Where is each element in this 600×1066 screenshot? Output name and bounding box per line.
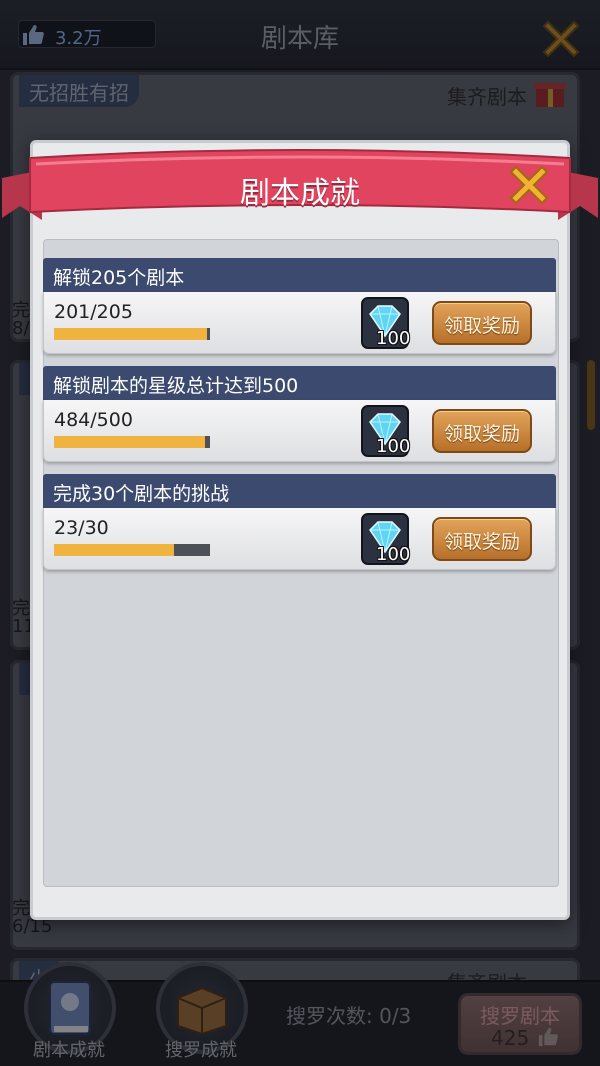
progress-text: 484/500 (54, 409, 133, 431)
claim-reward-button[interactable]: 领取奖励 (432, 409, 532, 453)
claim-reward-button[interactable]: 领取奖励 (432, 301, 532, 345)
progress-text: 23/30 (54, 517, 109, 539)
achievement-body: 201/205 100 领取奖励 (43, 292, 556, 354)
achievement-title: 解锁剧本的星级总计达到500 (53, 375, 299, 397)
reward-amount: 100 (376, 436, 411, 457)
claim-reward-label: 领取奖励 (443, 531, 520, 553)
progress-bar (54, 328, 210, 340)
close-x-icon[interactable] (504, 160, 554, 210)
claim-reward-label: 领取奖励 (443, 315, 520, 337)
screen: 3.2万 剧本库 无招胜有招 集齐剧本 完 8/ 西 完 11 笑 完 6/15 (0, 0, 600, 1066)
achievement-header: 解锁剧本的星级总计达到500 (43, 366, 556, 400)
progress-bar (54, 436, 210, 448)
progress-fill (54, 328, 207, 340)
achievement-header: 解锁205个剧本 (43, 258, 556, 292)
progress-fill (54, 436, 205, 448)
achievement-body: 484/500 100 领取奖励 (43, 400, 556, 462)
progress-text: 201/205 (54, 301, 133, 323)
achievement-row: 完成30个剧本的挑战 23/30 100 领取奖励 (43, 474, 556, 574)
achievement-title: 解锁205个剧本 (53, 267, 185, 289)
achievement-row: 解锁剧本的星级总计达到500 484/500 100 领取奖励 (43, 366, 556, 466)
achievement-body: 23/30 100 领取奖励 (43, 508, 556, 570)
reward-amount: 100 (376, 544, 411, 565)
claim-reward-button[interactable]: 领取奖励 (432, 517, 532, 561)
reward-amount: 100 (376, 328, 411, 349)
achievement-title: 完成30个剧本的挑战 (53, 483, 230, 505)
achievement-row: 解锁205个剧本 201/205 100 领取奖励 (43, 258, 556, 358)
claim-reward-label: 领取奖励 (443, 423, 520, 445)
progress-fill (54, 544, 174, 556)
progress-bar (54, 544, 210, 556)
achievement-header: 完成30个剧本的挑战 (43, 474, 556, 508)
